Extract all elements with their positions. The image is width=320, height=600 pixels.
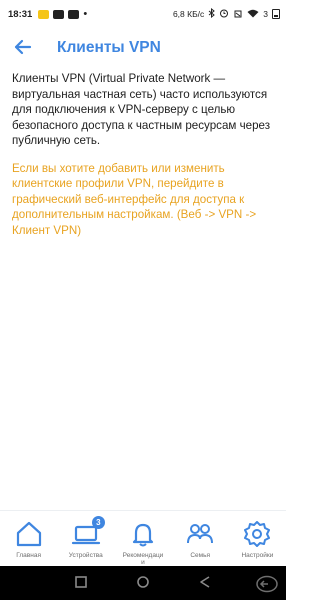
web-interface-note: Если вы хотите добавить или изменить кли… [12,161,257,237]
home-system-button[interactable] [136,575,150,594]
nav-label-recommendations: Рекоменд­аци и [122,552,164,566]
main-content: Клиенты VPN (Virtual Private Network — в… [12,71,274,238]
devices-badge: 3 [91,516,105,529]
recents-icon [75,576,87,588]
youtube-icon [53,9,65,19]
battery-level: 3 [263,9,268,19]
battery-icon [272,9,280,19]
recents-button[interactable] [74,575,88,594]
message-icon [68,9,80,19]
alarm-icon [219,8,229,20]
arrow-left-icon [14,39,32,55]
home-circle-icon [137,576,149,588]
bluetooth-icon [208,7,216,20]
gear-icon [242,519,272,549]
app-header: Клиенты VPN [0,28,286,68]
back-triangle-icon [200,576,210,588]
system-nav-bar [0,566,286,600]
wifi-icon [247,9,259,20]
nav-item-settings[interactable]: Настройки [229,511,286,566]
nav-label-home: Главная [16,552,41,559]
nav-item-recommendations[interactable]: Рекоменд­аци и [114,511,171,566]
nav-item-devices[interactable]: 3 Устройства [57,511,114,566]
devices-icon: 3 [71,516,105,549]
page-title: Клиенты VPN [57,39,161,56]
status-bar: 18:31 • 6,8 КБ/с 3 [0,0,286,28]
cellular-icon [233,9,243,20]
back-system-button[interactable] [198,575,212,594]
home-icon [14,519,44,549]
vpn-description: Клиенты VPN (Virtual Private Network — в… [12,72,271,147]
nav-label-settings: Настройки [241,552,274,559]
back-button[interactable] [12,37,34,57]
nav-item-home[interactable]: Главная [0,511,57,566]
nav-label-devices: Устройства [68,552,103,559]
status-time: 18:31 [8,8,33,20]
family-icon [185,519,215,549]
nav-label-family: Семья [190,552,211,559]
watermark-logo-icon [256,575,278,593]
more-notifications-icon: • [83,7,88,20]
notification-icon [38,9,50,19]
network-speed: 6,8 КБ/с [172,9,205,19]
nav-item-family[interactable]: Семья [172,511,229,566]
bottom-nav: Главная 3 Устройства Рекоменд­аци и Семь… [0,510,286,566]
bell-icon [128,519,158,549]
